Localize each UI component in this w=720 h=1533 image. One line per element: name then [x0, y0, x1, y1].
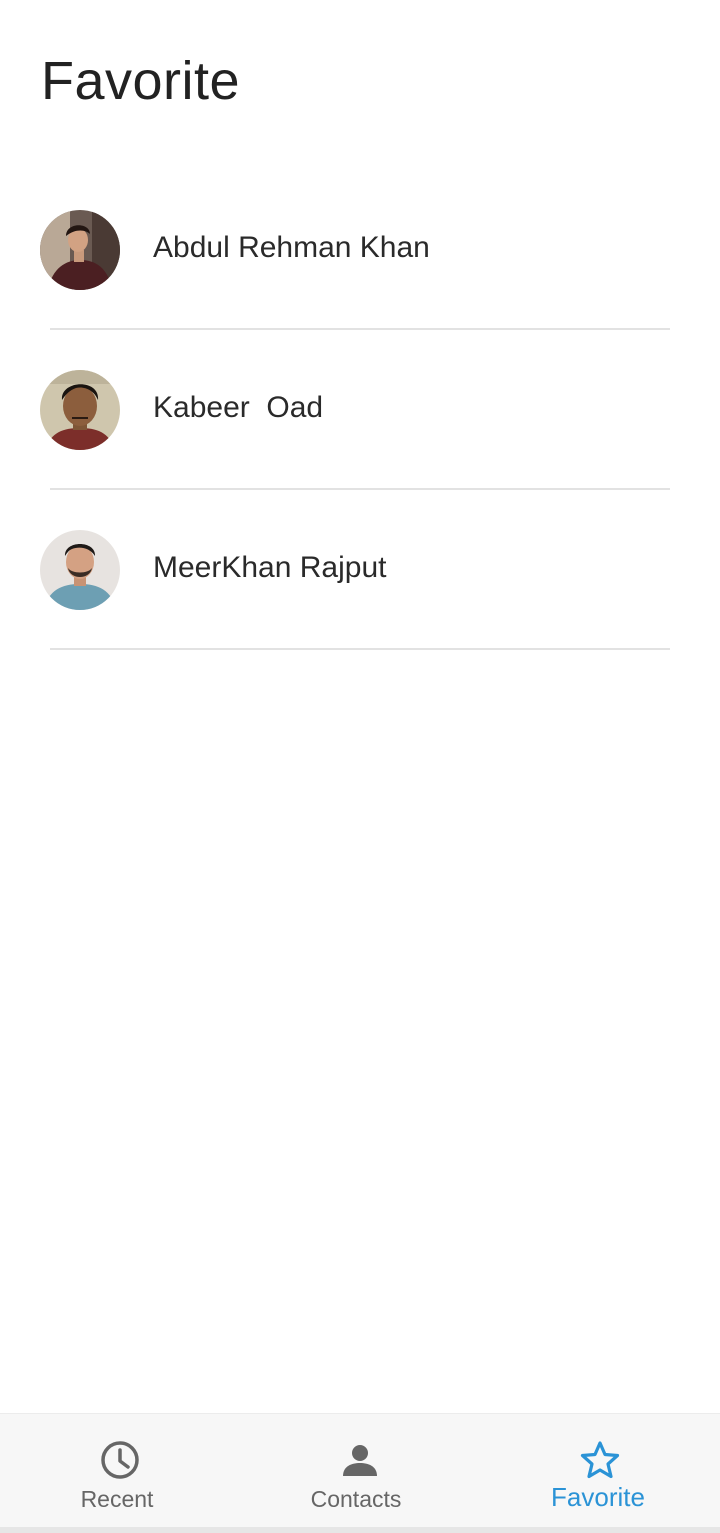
avatar-photo — [40, 210, 120, 290]
star-outline-icon — [580, 1440, 620, 1480]
page-title: Favorite — [41, 51, 241, 111]
nav-tab-recent[interactable]: Recent — [0, 1414, 240, 1528]
favorite-contacts-list: Abdul Rehman Khan Kabeer Oad MeerKhan Ra… — [0, 170, 720, 650]
avatar — [40, 530, 120, 610]
nav-label: Recent — [80, 1486, 154, 1512]
avatar-photo — [40, 530, 120, 610]
nav-label: Contacts — [310, 1486, 402, 1512]
nav-tab-favorite[interactable]: Favorite — [480, 1414, 720, 1528]
nav-tab-contacts[interactable]: Contacts — [240, 1414, 480, 1528]
contact-row-kabeer-oad[interactable]: Kabeer Oad — [0, 330, 720, 490]
avatar — [40, 210, 120, 290]
contact-name: MeerKhan Rajput — [153, 551, 387, 584]
divider — [50, 648, 670, 650]
contact-row-meerkhan-rajput[interactable]: MeerKhan Rajput — [0, 490, 720, 650]
contact-row-abdul-rehman-khan[interactable]: Abdul Rehman Khan — [0, 170, 720, 330]
bottom-navigation: Recent Contacts Favorite — [0, 1413, 720, 1528]
avatar — [40, 370, 120, 450]
contact-name: Kabeer Oad — [153, 391, 324, 424]
avatar-photo — [40, 370, 120, 450]
contact-name: Abdul Rehman Khan — [153, 231, 430, 264]
person-icon — [340, 1440, 380, 1480]
clock-icon — [100, 1440, 140, 1480]
system-bar-strip — [0, 1527, 720, 1533]
nav-label: Favorite — [551, 1482, 645, 1512]
